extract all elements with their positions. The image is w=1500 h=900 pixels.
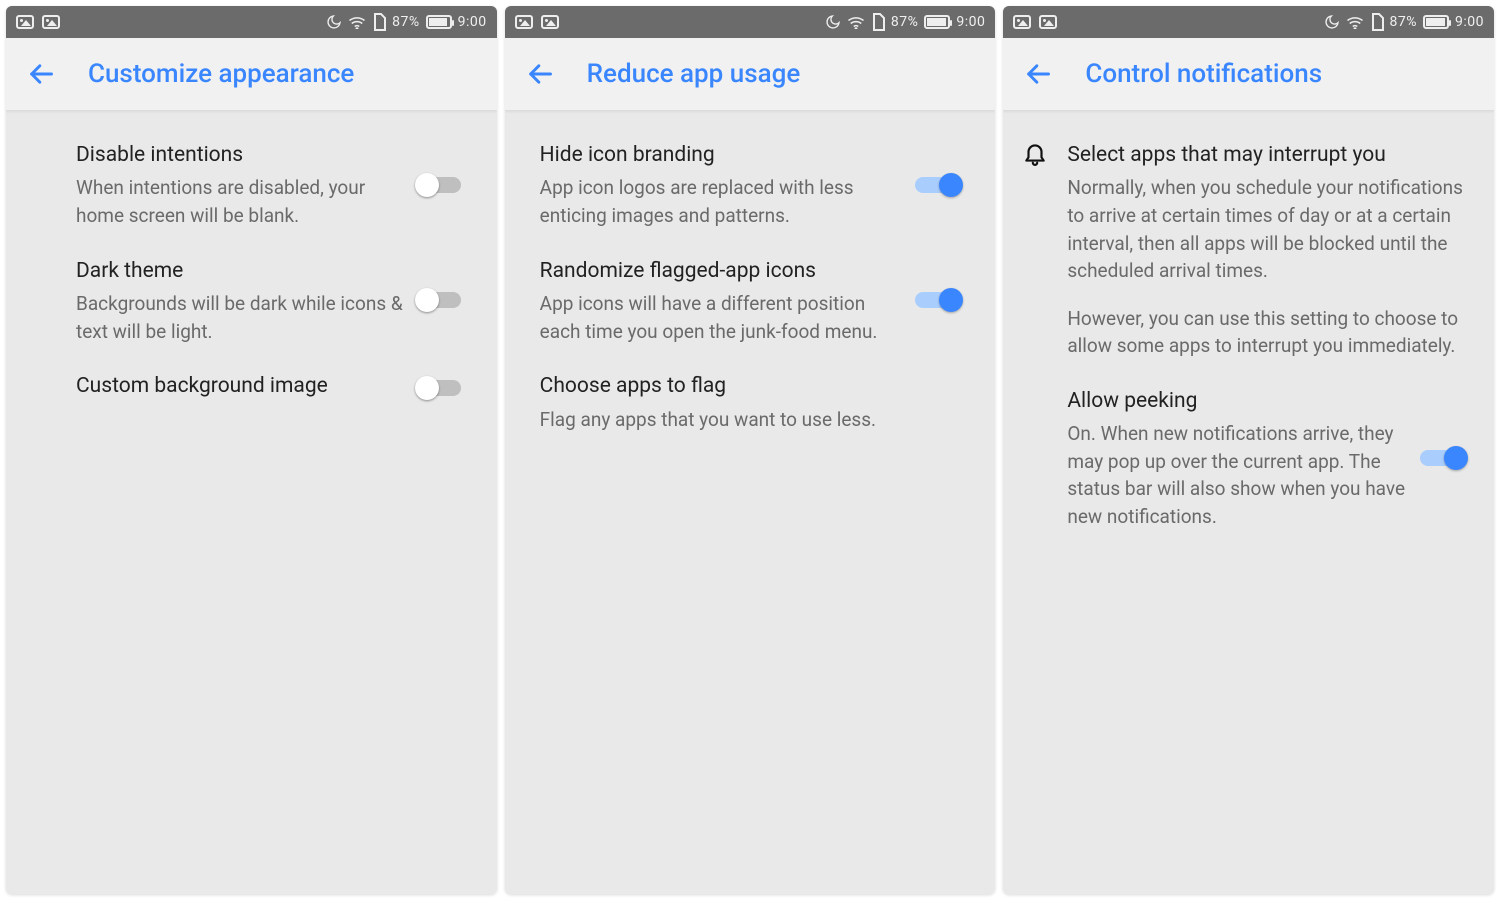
phone-screen-3: 87% 9:00 Control notifications Select ap… — [1003, 6, 1494, 894]
toggle-switch[interactable] — [417, 177, 461, 193]
page-title: Control notifications — [1085, 59, 1322, 89]
status-time: 9:00 — [458, 14, 487, 30]
status-battery-pct: 87% — [891, 14, 919, 30]
photo-icon — [42, 15, 60, 29]
phone-screen-2: 87% 9:00 Reduce app usage Hide icon bran… — [505, 6, 996, 894]
setting-title: Disable intentions — [76, 140, 403, 170]
setting-choose-apps-to-flag[interactable]: Choose apps to flag Flag any apps that y… — [540, 361, 990, 449]
setting-disable-intentions[interactable]: Disable intentions When intentions are d… — [76, 130, 491, 246]
toggle-switch[interactable] — [417, 292, 461, 308]
setting-title: Custom background image — [76, 371, 403, 401]
status-time: 9:00 — [1455, 14, 1484, 30]
do-not-disturb-icon — [326, 14, 342, 30]
toggle-switch[interactable] — [1420, 450, 1464, 466]
setting-title: Randomize flagged-app icons — [540, 256, 902, 286]
wifi-icon — [1346, 15, 1364, 29]
battery-icon — [1423, 15, 1449, 29]
battery-icon — [426, 15, 452, 29]
wifi-icon — [348, 15, 366, 29]
setting-custom-background[interactable]: Custom background image — [76, 361, 491, 421]
toggle-switch[interactable] — [915, 177, 959, 193]
setting-select-interrupting-apps[interactable]: Select apps that may interrupt you Norma… — [1003, 130, 1494, 376]
photo-icon — [1039, 15, 1057, 29]
page-title: Reduce app usage — [587, 59, 801, 89]
setting-subtitle: App icon logos are replaced with less en… — [540, 174, 902, 229]
status-bar: 87% 9:00 — [6, 6, 497, 38]
page-title: Customize appearance — [88, 59, 354, 89]
sim-icon — [1370, 13, 1384, 31]
setting-subtitle: App icons will have a different position… — [540, 290, 902, 345]
setting-subtitle: Backgrounds will be dark while icons & t… — [76, 290, 403, 345]
settings-list: Select apps that may interrupt you Norma… — [1003, 110, 1494, 894]
wifi-icon — [847, 15, 865, 29]
toggle-switch[interactable] — [915, 292, 959, 308]
back-button[interactable] — [1023, 59, 1053, 89]
back-button[interactable] — [525, 59, 555, 89]
status-battery-pct: 87% — [1390, 14, 1418, 30]
setting-dark-theme[interactable]: Dark theme Backgrounds will be dark whil… — [76, 246, 491, 362]
sim-icon — [871, 13, 885, 31]
setting-subtitle: On. When new notifications arrive, they … — [1067, 420, 1406, 530]
battery-icon — [924, 15, 950, 29]
do-not-disturb-icon — [825, 14, 841, 30]
sim-icon — [372, 13, 386, 31]
photo-icon — [541, 15, 559, 29]
setting-allow-peeking[interactable]: Allow peeking On. When new notifications… — [1003, 376, 1494, 547]
photo-icon — [16, 15, 34, 29]
app-header: Control notifications — [1003, 38, 1494, 110]
setting-title: Hide icon branding — [540, 140, 902, 170]
status-bar: 87% 9:00 — [1003, 6, 1494, 38]
photo-icon — [515, 15, 533, 29]
setting-title: Dark theme — [76, 256, 403, 286]
photo-icon — [1013, 15, 1031, 29]
do-not-disturb-icon — [1324, 14, 1340, 30]
app-header: Reduce app usage — [505, 38, 996, 110]
status-time: 9:00 — [956, 14, 985, 30]
setting-hide-icon-branding[interactable]: Hide icon branding App icon logos are re… — [540, 130, 990, 246]
bell-icon — [1017, 140, 1053, 166]
setting-subtitle: Flag any apps that you want to use less. — [540, 406, 960, 434]
status-bar: 87% 9:00 — [505, 6, 996, 38]
setting-title: Allow peeking — [1067, 386, 1406, 416]
status-battery-pct: 87% — [392, 14, 420, 30]
settings-list: Hide icon branding App icon logos are re… — [505, 110, 996, 894]
settings-list: Disable intentions When intentions are d… — [6, 110, 497, 894]
back-button[interactable] — [26, 59, 56, 89]
app-header: Customize appearance — [6, 38, 497, 110]
phone-screen-1: 87% 9:00 Customize appearance Disable in… — [6, 6, 497, 894]
setting-title: Choose apps to flag — [540, 371, 960, 401]
toggle-switch[interactable] — [417, 380, 461, 396]
setting-subtitle: When intentions are disabled, your home … — [76, 174, 403, 229]
setting-randomize-flagged-icons[interactable]: Randomize flagged-app icons App icons wi… — [540, 246, 990, 362]
setting-subtitle: Normally, when you schedule your notific… — [1067, 174, 1464, 359]
setting-title: Select apps that may interrupt you — [1067, 140, 1464, 170]
